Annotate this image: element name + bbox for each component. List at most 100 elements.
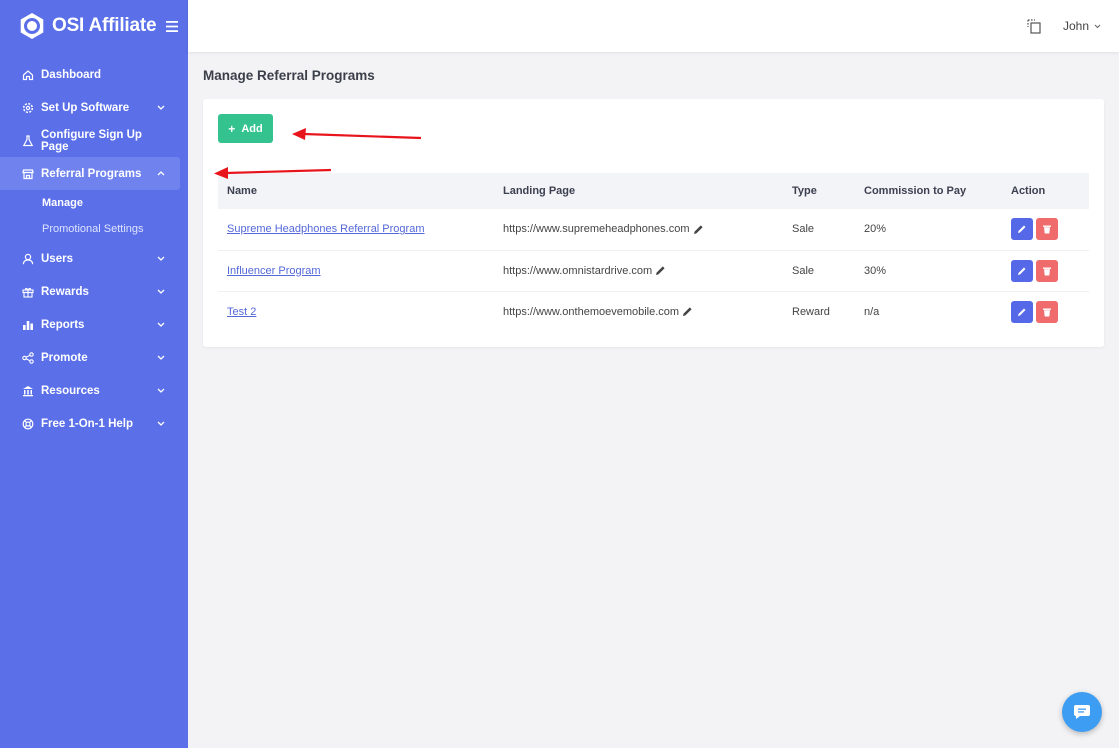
trash-icon	[1043, 308, 1051, 317]
sidebar-item-users[interactable]: Users	[0, 242, 180, 275]
landing-url: https://www.omnistardrive.com	[503, 264, 653, 277]
chevron-down-icon	[156, 254, 166, 264]
sidebar-item-free-help[interactable]: Free 1-On-1 Help	[0, 407, 180, 440]
sidebar-item-promote[interactable]: Promote	[0, 341, 180, 374]
sidebar-item-label: Referral Programs	[41, 167, 142, 180]
brand-name[interactable]: OSI Affiliate	[52, 15, 157, 37]
landing-url: https://www.onthemoevemobile.com	[503, 305, 680, 318]
user-icon	[21, 252, 34, 265]
page-title: Manage Referral Programs	[203, 68, 375, 83]
cell-commission: n/a	[864, 305, 880, 318]
sidebar-item-label: Free 1-On-1 Help	[41, 417, 134, 430]
pencil-icon	[1018, 267, 1026, 275]
pencil-icon	[1018, 308, 1026, 316]
cell-landing-page: https://www.supremeheadphones.com	[494, 209, 783, 250]
pencil-icon[interactable]	[655, 265, 666, 276]
edit-button[interactable]	[1011, 259, 1033, 282]
chevron-down-icon	[156, 320, 166, 330]
sidebar-item-dashboard[interactable]: Dashboard	[0, 58, 180, 91]
sidebar-item-label: Users	[41, 252, 73, 265]
gear-icon	[21, 101, 34, 114]
delete-button[interactable]	[1036, 218, 1058, 241]
add-button[interactable]: + Add	[218, 114, 273, 143]
chevron-up-icon	[156, 169, 166, 179]
table-header-row: Name Landing Page Type Commission to Pay…	[218, 173, 1089, 209]
cell-type: Sale	[792, 223, 815, 236]
trash-icon	[1043, 267, 1051, 275]
chevron-down-icon	[156, 419, 166, 429]
annotation-arrow-referral-programs	[214, 167, 332, 179]
edit-button[interactable]	[1011, 300, 1033, 323]
column-header-landing-page: Landing Page	[503, 185, 576, 197]
gift-icon	[21, 285, 34, 298]
sidebar-item-set-up-software[interactable]: Set Up Software	[0, 91, 180, 124]
sidebar-item-referral-programs[interactable]: Referral Programs	[0, 157, 180, 190]
pencil-icon[interactable]	[682, 306, 693, 317]
sidebar-item-label: Promote	[41, 351, 88, 364]
cell-name: Supreme Headphones Referral Program	[218, 209, 494, 250]
sidebar-item-label: Set Up Software	[41, 101, 130, 114]
brand: OSI Affiliate	[0, 0, 188, 52]
chevron-down-icon	[1094, 22, 1101, 31]
program-link[interactable]: Supreme Headphones Referral Program	[227, 223, 425, 235]
column-header-commission: Commission to Pay	[864, 185, 967, 197]
home-icon	[21, 68, 34, 81]
cell-type: Reward	[792, 305, 830, 318]
user-menu[interactable]: John	[1063, 19, 1101, 33]
column-header-action: Action	[1011, 185, 1046, 197]
sidebar-item-label: Configure Sign Up Page	[41, 128, 142, 153]
cell-landing-page: https://www.onthemoevemobile.com	[494, 291, 783, 332]
bank-icon	[21, 384, 34, 397]
hexagon-logo-icon[interactable]	[18, 12, 46, 40]
sidebar-item-resources[interactable]: Resources	[0, 374, 180, 407]
table-row: Test 2 https://www.onthemoevemobile.com …	[218, 291, 1089, 332]
pencil-icon[interactable]	[693, 224, 704, 235]
store-icon	[21, 167, 34, 180]
sidebar-subitem-promotional-settings[interactable]: Promotional Settings	[0, 216, 188, 242]
sidebar-item-label: Dashboard	[41, 68, 102, 81]
sidebar-subitem-manage[interactable]: Manage	[0, 190, 188, 216]
flask-icon	[21, 134, 34, 147]
landing-url: https://www.supremeheadphones.com	[503, 223, 690, 236]
sidebar-item-label: Resources	[41, 384, 100, 397]
plus-icon: +	[228, 121, 236, 136]
cell-action	[1002, 209, 1089, 250]
cell-action	[1002, 291, 1089, 332]
chevron-down-icon	[156, 386, 166, 396]
add-button-label: Add	[241, 122, 263, 135]
topbar: John	[188, 0, 1119, 52]
pencil-icon	[1018, 225, 1026, 234]
sidebar-item-configure-sign-up-page[interactable]: Configure Sign Up Page	[0, 124, 180, 157]
programs-table: Name Landing Page Type Commission to Pay…	[218, 173, 1089, 332]
annotation-arrow-add	[292, 128, 422, 140]
cell-type: Sale	[792, 264, 815, 277]
edit-button[interactable]	[1011, 218, 1033, 241]
hamburger-icon[interactable]	[166, 17, 179, 35]
sidebar-item-label: Rewards	[41, 285, 89, 298]
lifebuoy-icon	[21, 417, 34, 430]
column-header-type: Type	[792, 185, 817, 197]
sidebar: OSI Affiliate Dashboard Set Up Software …	[0, 0, 188, 748]
trash-icon	[1043, 225, 1051, 234]
chevron-down-icon	[156, 103, 166, 113]
chevron-down-icon	[156, 353, 166, 363]
cell-name: Test 2	[218, 291, 494, 332]
sidebar-item-label: Reports	[41, 318, 85, 331]
copy-icon[interactable]	[1026, 18, 1042, 34]
sidebar-nav: Dashboard Set Up Software Configure Sign…	[0, 58, 188, 440]
delete-button[interactable]	[1036, 259, 1058, 282]
cell-landing-page: https://www.omnistardrive.com	[494, 250, 783, 291]
cell-commission: 20%	[864, 223, 887, 236]
sidebar-item-rewards[interactable]: Rewards	[0, 275, 180, 308]
cell-name: Influencer Program	[218, 250, 494, 291]
program-link[interactable]: Test 2	[227, 306, 256, 318]
cell-commission: 30%	[864, 264, 887, 277]
chat-icon	[1074, 705, 1090, 719]
chat-button[interactable]	[1062, 692, 1102, 732]
table-row: Supreme Headphones Referral Program http…	[218, 209, 1089, 250]
delete-button[interactable]	[1036, 300, 1058, 323]
sidebar-item-reports[interactable]: Reports	[0, 308, 180, 341]
chevron-down-icon	[156, 287, 166, 297]
program-link[interactable]: Influencer Program	[227, 265, 321, 277]
bar-chart-icon	[21, 318, 34, 331]
